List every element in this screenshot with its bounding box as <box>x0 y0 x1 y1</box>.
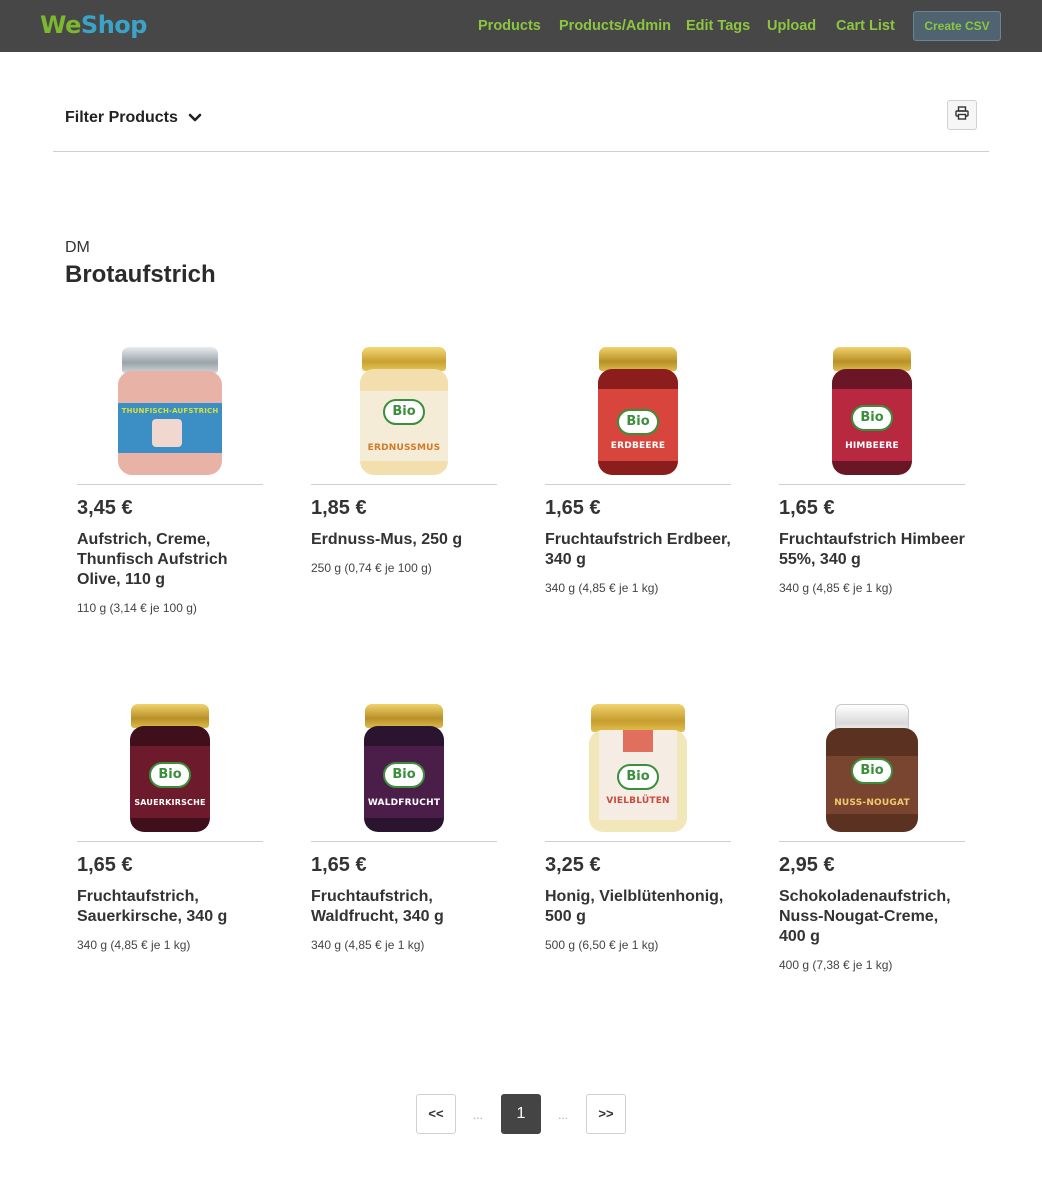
product-price: 3,25 € <box>545 854 601 876</box>
jar-label: ERDNUSSMUS <box>367 443 441 453</box>
jar-label: THUNFISCH-AUFSTRICH <box>121 407 219 415</box>
bio-badge: Bio <box>851 405 893 431</box>
filter-products-label: Filter Products <box>65 109 178 126</box>
jar-label: SAUERKIRSCHE <box>134 798 206 807</box>
brand-shop: Shop <box>80 11 148 39</box>
card-divider <box>779 841 965 842</box>
bio-badge: Bio <box>383 762 425 788</box>
product-unit-price: 340 g (4,85 € je 1 kg) <box>779 581 893 595</box>
bio-badge: Bio <box>617 409 659 435</box>
create-csv-button[interactable]: Create CSV <box>913 11 1001 41</box>
product-unit-price: 340 g (4,85 € je 1 kg) <box>77 938 191 952</box>
card-divider <box>311 484 497 485</box>
product-price: 1,85 € <box>311 497 367 519</box>
product-unit-price: 400 g (7,38 € je 1 kg) <box>779 958 893 972</box>
product-name[interactable]: Fruchtaufstrich, Sauerkirsche, 340 g <box>77 887 263 927</box>
product-price: 1,65 € <box>311 854 367 876</box>
card-divider <box>311 841 497 842</box>
product-unit-price: 340 g (4,85 € je 1 kg) <box>545 581 659 595</box>
filter-products-toggle[interactable]: Filter Products <box>65 108 202 128</box>
product-image[interactable]: Bio ERDBEERE <box>545 339 731 475</box>
filter-divider <box>53 151 989 152</box>
bio-badge: Bio <box>617 764 659 790</box>
pagination-first-button[interactable]: << <box>416 1094 456 1134</box>
jar-label: ERDBEERE <box>610 441 666 451</box>
pagination-ellipsis-right: ... <box>558 1108 569 1122</box>
product-price: 1,65 € <box>77 854 133 876</box>
chevron-down-icon <box>188 111 202 125</box>
nav-upload[interactable]: Upload <box>767 17 816 35</box>
card-divider <box>77 484 263 485</box>
print-button[interactable] <box>947 100 977 130</box>
brand-logo[interactable]: WeShop <box>40 10 147 40</box>
bio-badge: Bio <box>383 399 425 425</box>
bio-badge: Bio <box>149 762 191 788</box>
product-name[interactable]: Fruchtaufstrich Himbeer 55%, 340 g <box>779 530 965 570</box>
product-image[interactable]: Bio ERDNUSSMUS <box>311 339 497 475</box>
nav-products-admin[interactable]: Products/Admin <box>559 17 671 35</box>
product-unit-price: 500 g (6,50 € je 1 kg) <box>545 938 659 952</box>
jar-label: VIELBLÜTEN <box>606 796 670 806</box>
product-price: 2,95 € <box>779 854 835 876</box>
nav-cart-list[interactable]: Cart List <box>836 17 895 35</box>
product-image[interactable]: Bio HIMBEERE <box>779 339 965 475</box>
card-divider <box>779 484 965 485</box>
print-icon <box>955 105 969 125</box>
pagination-current-page[interactable]: 1 <box>501 1094 541 1134</box>
product-unit-price: 110 g (3,14 € je 100 g) <box>77 601 197 615</box>
nav-edit-tags[interactable]: Edit Tags <box>686 17 750 35</box>
product-price: 1,65 € <box>545 497 601 519</box>
pagination-last-button[interactable]: >> <box>586 1094 626 1134</box>
product-image[interactable]: Bio VIELBLÜTEN <box>545 696 731 832</box>
jar-label: WALDFRUCHT <box>367 798 441 808</box>
product-image[interactable]: Bio SAUERKIRSCHE <box>77 696 263 832</box>
product-name[interactable]: Schokoladenaufstrich, Nuss-Nougat-Creme,… <box>779 887 965 947</box>
card-divider <box>545 841 731 842</box>
product-name[interactable]: Erdnuss-Mus, 250 g <box>311 530 497 550</box>
card-divider <box>545 484 731 485</box>
jar-label: HIMBEERE <box>845 441 899 451</box>
product-unit-price: 340 g (4,85 € je 1 kg) <box>311 938 425 952</box>
product-price: 1,65 € <box>779 497 835 519</box>
jar-label: NUSS-NOUGAT <box>834 798 910 808</box>
product-image[interactable]: THUNFISCH-AUFSTRICH <box>77 339 263 475</box>
product-name[interactable]: Aufstrich, Creme, Thunfisch Aufstrich Ol… <box>77 530 263 590</box>
product-image[interactable]: Bio NUSS-NOUGAT <box>779 696 965 832</box>
brand-we: We <box>40 11 81 39</box>
product-name[interactable]: Fruchtaufstrich Erdbeer, 340 g <box>545 530 731 570</box>
top-navbar: WeShop Products Products/Admin Edit Tags… <box>0 0 1042 52</box>
product-image[interactable]: Bio WALDFRUCHT <box>311 696 497 832</box>
card-divider <box>77 841 263 842</box>
category-title: Brotaufstrich <box>65 261 216 288</box>
nav-products[interactable]: Products <box>478 17 541 35</box>
product-name[interactable]: Honig, Vielblütenhonig, 500 g <box>545 887 731 927</box>
product-unit-price: 250 g (0,74 € je 100 g) <box>311 561 432 575</box>
shop-name: DM <box>65 239 90 256</box>
product-price: 3,45 € <box>77 497 133 519</box>
pagination-ellipsis-left: ... <box>473 1108 484 1122</box>
bio-badge: Bio <box>851 758 893 784</box>
product-name[interactable]: Fruchtaufstrich, Waldfrucht, 340 g <box>311 887 497 927</box>
